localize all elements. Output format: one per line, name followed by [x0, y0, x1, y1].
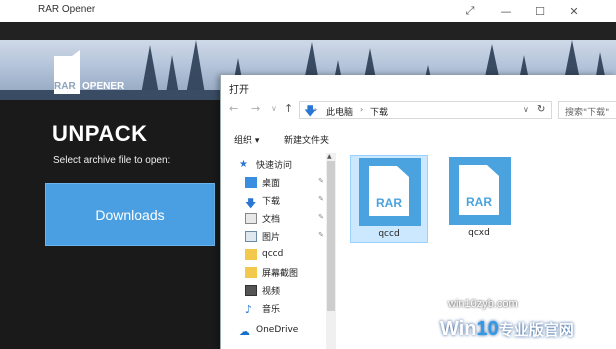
nav-item-label: 桌面	[262, 178, 281, 189]
watermark-brand-prefix: Win	[440, 318, 477, 340]
music-icon: ♪	[245, 302, 253, 316]
picture-icon	[245, 230, 257, 242]
nav-item-music[interactable]: ♪ 音乐	[221, 299, 326, 317]
up-icon[interactable]: ↑	[284, 102, 293, 115]
star-icon: ★	[239, 158, 248, 170]
app-title: RAR Opener	[38, 4, 96, 15]
nav-item-desktop[interactable]: 桌面 ✎	[221, 173, 326, 191]
download-icon: 🡇	[245, 196, 257, 210]
nav-item-screenshots[interactable]: 屏幕截图	[221, 263, 326, 281]
breadcrumb-this-pc[interactable]: 此电脑	[326, 105, 353, 118]
rar-file-icon: RAR	[359, 158, 421, 226]
nav-item-label: 屏幕截图	[262, 268, 299, 279]
search-input[interactable]: 搜索"下载"	[558, 101, 616, 119]
rar-icon-label: RAR	[466, 195, 492, 209]
nav-item-quick-access[interactable]: ★ 快速访问	[221, 155, 326, 173]
address-dropdown-icon[interactable]: ∨	[523, 105, 529, 114]
cloud-icon: ☁	[239, 324, 250, 338]
address-row: ← → ∨ ↑ 🡇 › 此电脑 › 下载 ∨ ↻ 搜索"下载"	[221, 99, 616, 121]
close-icon[interactable]: ✕	[556, 0, 592, 22]
nav-item-label: 快速访问	[256, 160, 293, 171]
pin-icon: ✎	[318, 213, 324, 221]
watermark-domain: win10zyb.com	[448, 298, 518, 310]
nav-item-pictures[interactable]: 图片 ✎	[221, 227, 326, 245]
pin-icon: ✎	[318, 195, 324, 203]
rar-opener-logo: RAR OPENER	[52, 48, 132, 94]
file-name: qccd	[378, 229, 400, 239]
logo-opener-text: OPENER	[82, 81, 125, 92]
refresh-icon[interactable]: ↻	[537, 104, 545, 115]
unpack-heading: UNPACK	[52, 121, 148, 146]
rar-icon-label: RAR	[376, 196, 402, 210]
document-icon	[245, 212, 257, 224]
nav-item-downloads[interactable]: 🡇 下载 ✎	[221, 191, 326, 210]
folder-icon	[245, 266, 257, 278]
file-name: qcxd	[468, 228, 490, 238]
app-titlebar[interactable]: RAR Opener ⤢ — ☐ ✕	[0, 0, 616, 22]
breadcrumb-downloads[interactable]: 下载	[370, 105, 388, 118]
nav-item-label: 视频	[262, 286, 281, 297]
pin-icon: ✎	[318, 231, 324, 239]
restore-icon[interactable]: ☐	[522, 0, 558, 22]
file-item[interactable]: RAR qcxd	[441, 155, 519, 243]
address-bar[interactable]: 🡇 › 此电脑 › 下载 ∨ ↻	[299, 101, 552, 119]
rar-file-icon: RAR	[449, 157, 511, 225]
video-icon	[245, 284, 257, 296]
app-strip	[0, 22, 616, 40]
nav-item-qccd[interactable]: qccd	[221, 245, 326, 263]
recent-dropdown-icon[interactable]: ∨	[271, 104, 277, 113]
maximize-icon[interactable]: ⤢	[452, 0, 488, 22]
forward-icon[interactable]: →	[251, 102, 260, 115]
nav-item-label: 下载	[262, 196, 281, 207]
nav-item-label: 文档	[262, 214, 281, 225]
pin-icon: ✎	[318, 177, 324, 185]
folder-icon	[245, 248, 257, 260]
navigation-pane: ★ 快速访问 桌面 ✎ 🡇 下载 ✎ 文档 ✎ 图片 ✎ qccd 屏幕截图 视…	[221, 151, 336, 349]
desktop: RAR Opener ⤢ — ☐ ✕ RAR OPENER UNPACK Sel…	[0, 0, 616, 349]
nav-item-label: 图片	[262, 232, 281, 243]
minimize-icon[interactable]: —	[488, 0, 524, 22]
nav-item-label: 音乐	[262, 304, 281, 315]
dialog-title: 打开	[229, 85, 249, 96]
downloads-button[interactable]: Downloads	[45, 183, 215, 246]
nav-item-label: OneDrive	[256, 325, 299, 335]
breadcrumb-separator: ›	[360, 105, 364, 114]
new-folder-button[interactable]: 新建文件夹	[284, 133, 329, 146]
breadcrumb-separator: ›	[314, 105, 318, 114]
desktop-icon	[245, 176, 257, 188]
nav-item-onedrive[interactable]: ☁ OneDrive	[221, 321, 326, 339]
logo-rar-text: RAR	[54, 81, 76, 92]
dialog-toolbar: 组织 ▾ 新建文件夹	[221, 127, 616, 149]
organize-button[interactable]: 组织 ▾	[234, 133, 259, 146]
nav-item-label: qccd	[262, 249, 284, 259]
watermark-brand-cn: 专业版官网	[498, 322, 574, 339]
nav-item-videos[interactable]: 视频	[221, 281, 326, 299]
nav-scrollbar[interactable]: ▲	[326, 153, 336, 349]
watermark-brand-number: 10	[476, 318, 499, 340]
file-item[interactable]: RAR qccd	[350, 155, 428, 243]
open-dialog: 打开 ← → ∨ ↑ 🡇 › 此电脑 › 下载 ∨ ↻ 搜索"下载" 组织 ▾ …	[220, 75, 616, 349]
nav-item-documents[interactable]: 文档 ✎	[221, 209, 326, 227]
select-archive-label: Select archive file to open:	[53, 155, 171, 166]
scrollbar-thumb[interactable]	[327, 161, 335, 311]
scroll-up-icon[interactable]: ▲	[327, 153, 332, 160]
back-icon[interactable]: ←	[229, 102, 238, 115]
watermark-brand: Win10专业版官网	[440, 318, 574, 341]
